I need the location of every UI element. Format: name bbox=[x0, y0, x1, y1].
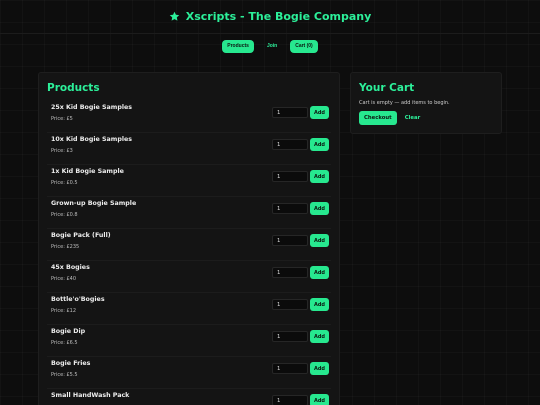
product-row: Bogie Dip Price: £6.5 Add bbox=[47, 325, 331, 357]
product-row: 1x Kid Bogie Sample Price: £0.5 Add bbox=[47, 165, 331, 197]
product-name: 1x Kid Bogie Sample bbox=[51, 168, 124, 175]
product-price: Price: £0.8 bbox=[51, 212, 78, 218]
product-row: Bogie Pack (Full) Price: £235 Add bbox=[47, 229, 331, 261]
quantity-input[interactable] bbox=[272, 203, 308, 214]
brand[interactable]: Xscripts - The Bogie Company bbox=[169, 10, 372, 23]
quantity-input[interactable] bbox=[272, 235, 308, 246]
product-name: Small HandWash Pack bbox=[51, 392, 130, 399]
product-price: Price: £5 bbox=[51, 116, 73, 122]
quantity-input[interactable] bbox=[272, 299, 308, 310]
cart-empty-message: Cart is empty — add items to begin. bbox=[359, 100, 450, 106]
product-row: 25x Kid Bogie Samples Price: £5 Add bbox=[47, 101, 331, 133]
cart-panel: Your Cart Cart is empty — add items to b… bbox=[350, 72, 502, 134]
product-row: Bottle'o'Bogies Price: £12 Add bbox=[47, 293, 331, 325]
site-header: Xscripts - The Bogie Company bbox=[0, 0, 540, 34]
add-button[interactable]: Add bbox=[310, 170, 329, 183]
products-panel: Products 25x Kid Bogie Samples Price: £5… bbox=[38, 72, 340, 405]
quantity-input[interactable] bbox=[272, 139, 308, 150]
product-name: Bogie Pack (Full) bbox=[51, 232, 111, 239]
product-price: Price: £0.5 bbox=[51, 180, 78, 186]
cart-actions: Checkout Clear bbox=[359, 111, 420, 125]
product-row: Bogie Fries Price: £5.5 Add bbox=[47, 357, 331, 389]
add-button[interactable]: Add bbox=[310, 266, 329, 279]
product-name: 45x Bogies bbox=[51, 264, 90, 271]
product-name: 25x Kid Bogie Samples bbox=[51, 104, 133, 111]
cart-heading: Your Cart bbox=[359, 82, 415, 94]
nav-cart-button[interactable]: Cart (0) bbox=[290, 40, 318, 53]
product-price: Price: £6.5 bbox=[51, 340, 78, 346]
product-row: 10x Kid Bogie Samples Price: £3 Add bbox=[47, 133, 331, 165]
product-price: Price: £12 bbox=[51, 308, 77, 314]
quantity-input[interactable] bbox=[272, 331, 308, 342]
product-row: 45x Bogies Price: £40 Add bbox=[47, 261, 331, 293]
quantity-input[interactable] bbox=[272, 171, 308, 182]
nav-products-button[interactable]: Products bbox=[222, 40, 254, 53]
add-button[interactable]: Add bbox=[310, 362, 329, 375]
product-price: Price: £40 bbox=[51, 276, 77, 282]
product-row: Small HandWash Pack Add bbox=[47, 389, 331, 405]
quantity-input[interactable] bbox=[272, 395, 308, 405]
star-icon bbox=[169, 11, 179, 21]
product-price: Price: £3 bbox=[51, 148, 73, 154]
add-button[interactable]: Add bbox=[310, 330, 329, 343]
product-row: Grown-up Bogie Sample Price: £0.8 Add bbox=[47, 197, 331, 229]
add-button[interactable]: Add bbox=[310, 234, 329, 247]
nav-join-link[interactable]: Join bbox=[262, 40, 282, 53]
quantity-input[interactable] bbox=[272, 363, 308, 374]
clear-cart-button[interactable]: Clear bbox=[405, 115, 420, 121]
add-button[interactable]: Add bbox=[310, 202, 329, 215]
quantity-input[interactable] bbox=[272, 267, 308, 278]
site-title: Xscripts - The Bogie Company bbox=[185, 10, 372, 23]
product-name: Grown-up Bogie Sample bbox=[51, 200, 137, 207]
add-button[interactable]: Add bbox=[310, 106, 329, 119]
add-button[interactable]: Add bbox=[310, 138, 329, 151]
product-name: 10x Kid Bogie Samples bbox=[51, 136, 133, 143]
product-price: Price: £235 bbox=[51, 244, 80, 250]
products-heading: Products bbox=[47, 82, 100, 94]
add-button[interactable]: Add bbox=[310, 394, 329, 405]
product-list: 25x Kid Bogie Samples Price: £5 Add 10x … bbox=[39, 101, 339, 405]
product-name: Bogie Dip bbox=[51, 328, 86, 335]
product-name: Bottle'o'Bogies bbox=[51, 296, 105, 303]
main-nav: Products Join Cart (0) bbox=[0, 40, 540, 53]
product-price: Price: £5.5 bbox=[51, 372, 78, 378]
product-name: Bogie Fries bbox=[51, 360, 91, 367]
checkout-button[interactable]: Checkout bbox=[359, 111, 397, 125]
quantity-input[interactable] bbox=[272, 107, 308, 118]
add-button[interactable]: Add bbox=[310, 298, 329, 311]
